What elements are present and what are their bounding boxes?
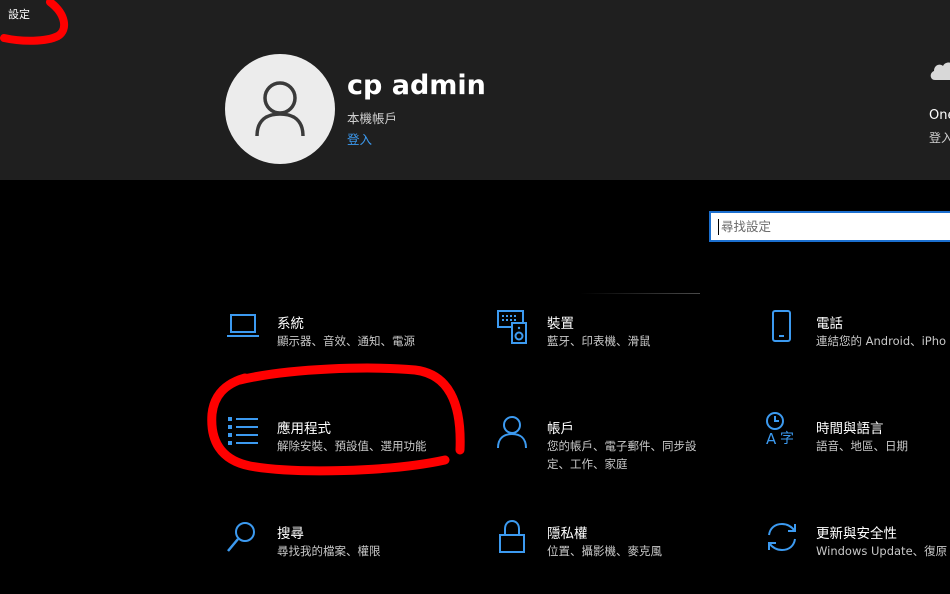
account-type: 本機帳戶 <box>347 111 398 126</box>
window-title: 設定 <box>8 8 30 21</box>
person-icon <box>497 416 527 449</box>
tile-accounts[interactable]: 帳戶 您的帳戶、電子郵件、同步設定、工作、家庭 <box>495 415 755 485</box>
apps-list-icon <box>228 417 258 445</box>
tile-description: 連結您的 Android、iPho <box>816 334 947 348</box>
tile-description: 語音、地區、日期 <box>816 439 908 453</box>
tile-title: 更新與安全性 <box>816 526 897 542</box>
time-language-icon: A 字 <box>766 412 794 446</box>
user-avatar-icon <box>255 81 305 137</box>
tile-apps[interactable]: 應用程式 解除安裝、預設值、選用功能 <box>225 415 485 485</box>
avatar[interactable] <box>225 54 335 164</box>
tile-title: 帳戶 <box>547 421 574 437</box>
lock-icon <box>499 520 525 553</box>
tile-title: 電話 <box>816 316 843 332</box>
svg-text:A: A <box>766 430 777 446</box>
tile-title: 搜尋 <box>277 526 304 542</box>
title-bar: 設定 <box>0 0 950 32</box>
svg-text:字: 字 <box>780 431 794 446</box>
settings-search-box[interactable] <box>709 211 950 242</box>
search-icon <box>227 522 255 552</box>
tile-description: 您的帳戶、電子郵件、同步設定、工作、家庭 <box>547 439 697 471</box>
text-caret <box>718 219 719 235</box>
tile-devices[interactable]: 裝置 藍牙、印表機、滑鼠 <box>495 310 755 380</box>
tile-system[interactable]: 系統 顯示器、音效、通知、電源 <box>225 310 485 380</box>
tile-description: 解除安裝、預設值、選用功能 <box>277 439 427 453</box>
laptop-icon <box>227 314 259 337</box>
signin-link[interactable]: 登入 <box>347 129 372 148</box>
search-input[interactable] <box>719 218 943 235</box>
keyboard-speaker-icon <box>497 310 527 344</box>
tile-description: Windows Update、復原 <box>816 544 948 558</box>
tile-title: 應用程式 <box>277 421 331 437</box>
onedrive-signin-link[interactable]: 登入 <box>929 129 950 146</box>
tile-title: 裝置 <box>547 316 574 332</box>
tile-title: 隱私權 <box>547 526 588 542</box>
tile-description: 位置、攝影機、麥克風 <box>547 544 662 558</box>
tile-phone[interactable]: 電話 連結您的 Android、iPho <box>764 310 950 380</box>
tile-update-security[interactable]: 更新與安全性 Windows Update、復原 <box>764 520 950 590</box>
tile-title: 系統 <box>277 316 304 332</box>
account-name: cp admin <box>347 70 486 101</box>
tile-time-language[interactable]: A 字 時間與語言 語音、地區、日期 <box>764 410 950 480</box>
tile-description: 顯示器、音效、通知、電源 <box>277 334 415 348</box>
tile-description: 尋找我的檔案、權限 <box>277 544 381 558</box>
tile-description: 藍牙、印表機、滑鼠 <box>547 334 651 348</box>
divider <box>580 293 700 294</box>
sync-icon <box>768 522 796 552</box>
phone-icon <box>772 310 791 342</box>
tile-privacy[interactable]: 隱私權 位置、攝影機、麥克風 <box>495 520 755 590</box>
onedrive-title: One <box>929 108 950 123</box>
tile-title: 時間與語言 <box>816 421 884 437</box>
tile-search[interactable]: 搜尋 尋找我的檔案、權限 <box>225 520 485 590</box>
cloud-icon <box>930 62 950 80</box>
